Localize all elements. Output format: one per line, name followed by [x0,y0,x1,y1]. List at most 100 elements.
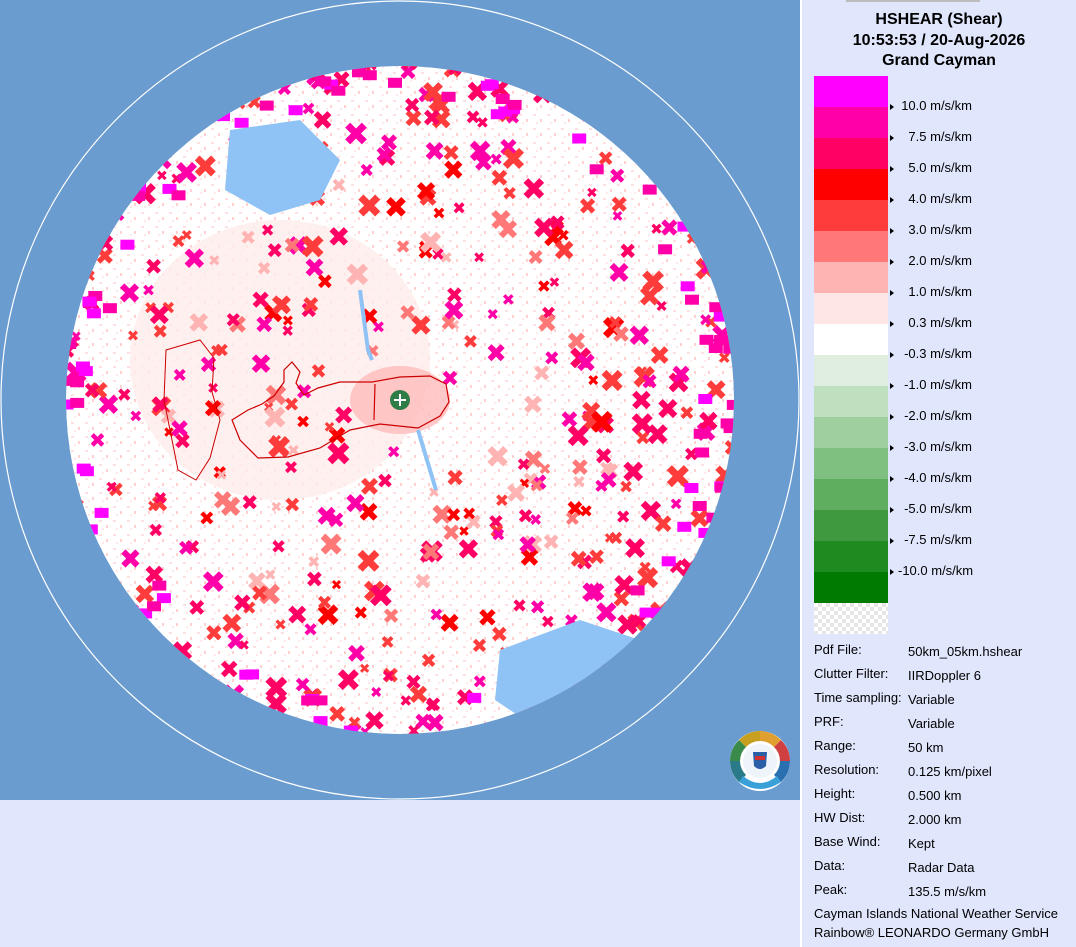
legend-swatch [814,417,888,448]
legend-tick-icon [890,568,894,575]
legend-swatch [814,107,888,138]
info-key: Range: [814,738,856,753]
info-key: Peak: [814,882,848,897]
credit-leonardo: Rainbow® LEONARDO Germany GmbH [814,925,1049,940]
legend-swatch [814,262,888,293]
legend-tick-icon [890,506,894,513]
echo-cell [259,100,274,111]
legend-nodata-swatch [814,603,888,634]
echo-cell [70,397,85,408]
echo-cell [94,507,109,518]
legend-tick-icon [890,475,894,482]
legend-label: 3.0 m/s/km [890,222,972,238]
product-site: Grand Cayman [882,52,996,69]
weather-service-logo [730,731,790,791]
echo-cell [102,303,117,314]
info-key: Clutter Filter: [814,666,889,681]
echo-cell [171,190,186,201]
radar-image [0,0,800,800]
echo-cell [684,483,699,493]
product-title: HSHEAR (Shear) [875,11,1003,28]
legend-label: 4.0 m/s/km [890,191,972,207]
legend-swatch [814,231,888,262]
echo-cell [693,428,708,439]
legend-swatch [814,324,888,355]
echo-cell [313,716,328,727]
radar-map[interactable] [0,0,800,800]
echo-cell [723,423,734,434]
echo-cell [288,105,303,116]
legend-swatch [814,386,888,417]
info-value: Variable [908,716,955,731]
legend-label: 5.0 m/s/km [890,160,972,176]
echo-cell [86,308,101,319]
info-value: 135.5 m/s/km [908,884,987,899]
info-key: HW Dist: [814,810,866,825]
echo-cell [216,111,230,122]
echo-cell [301,695,316,706]
echo-cell [76,463,91,474]
legend-swatch [814,479,888,510]
legend-tick-icon [890,537,894,544]
legend-tick-icon [890,196,894,203]
info-value: Variable [908,692,955,707]
echo-cell [572,133,587,144]
legend-swatch [814,541,888,572]
legend-tick-icon [890,258,894,265]
echo-cell [147,601,161,612]
legend-label: -1.0 m/s/km [890,377,972,393]
info-key: Data: [814,858,846,873]
bottom-blank-area [0,800,800,947]
echo-cell [713,311,728,322]
legend-tick-icon [890,320,894,327]
echo-cell [245,669,260,680]
legend-label: -7.5 m/s/km [890,532,972,548]
legend-label: -2.0 m/s/km [890,408,972,424]
echo-cell [677,221,692,232]
legend-tick-icon [890,351,894,358]
legend-label: -3.0 m/s/km [890,439,972,455]
echo-cell [234,117,249,128]
info-key: Time sampling: [814,690,902,705]
info-key: Height: [814,786,856,801]
legend-label: 2.0 m/s/km [890,253,972,269]
echo-cell [692,501,707,511]
echo-cell [680,281,695,292]
legend-tick-icon [890,227,894,234]
legend-swatch [814,572,888,603]
echo-cell [698,394,713,404]
legend-tick-icon [890,444,894,451]
info-key: PRF: [814,714,844,729]
echo-cell [642,184,657,195]
product-datetime: 10:53:53 / 20-Aug-2026 [852,32,1026,49]
legend-swatch [814,355,888,386]
radar-site-icon[interactable] [390,390,410,410]
echo-cell [677,521,692,532]
info-value: 50km_05km.hshear [908,644,1023,659]
echo-cell [317,76,332,87]
echo-cell [708,343,723,353]
legend-swatch [814,169,888,200]
echo-cell [630,585,645,596]
legend-swatch [814,138,888,169]
info-key: Resolution: [814,762,880,777]
echo-cell [726,399,734,410]
info-key: Base Wind: [814,834,881,849]
echo-cell [362,70,377,81]
echo-cell [685,294,699,305]
info-value: 50 km [908,740,944,755]
legend-swatch [814,293,888,324]
info-value: Radar Data [908,860,975,875]
echo-cell [658,244,673,255]
legend-label: -10.0 m/s/km [890,563,973,579]
echo-cell [589,164,604,175]
info-value: IIRDoppler 6 [908,668,981,683]
echo-cell [66,375,72,386]
echo-cell [484,79,499,90]
echo-cell [120,239,135,250]
echo-cell [388,77,402,88]
echo-cell [313,695,328,706]
legend-label: 0.3 m/s/km [890,315,972,331]
echo-cell [70,377,85,388]
legend-tick-icon [890,165,894,172]
